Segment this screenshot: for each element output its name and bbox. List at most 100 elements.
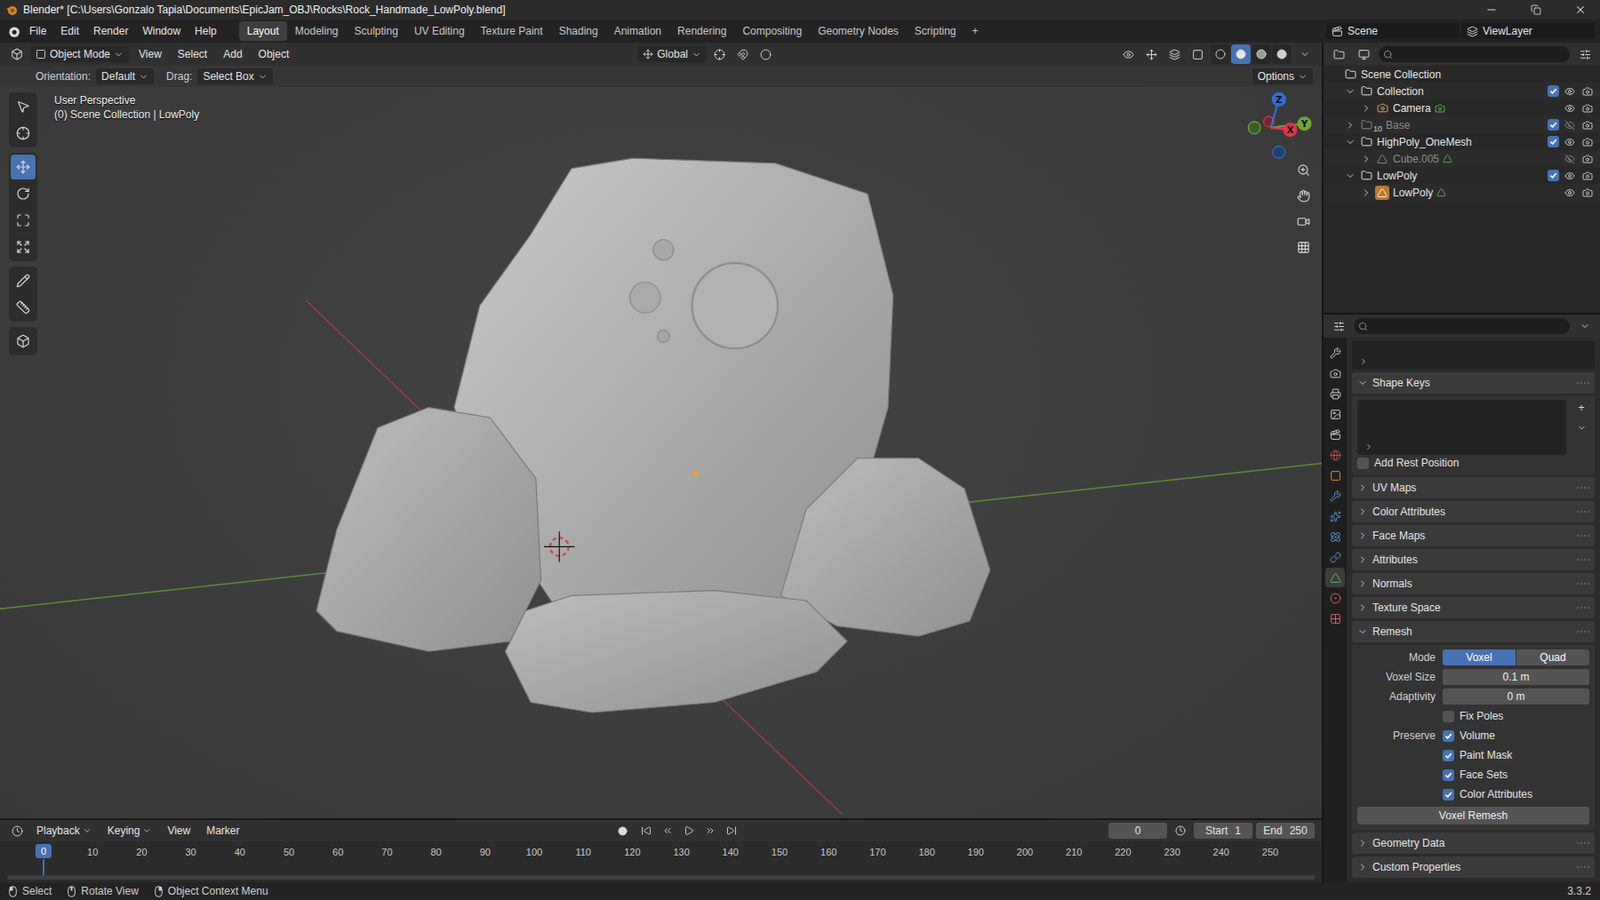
drag-handle[interactable] [1576,511,1590,513]
properties-tab[interactable] [1325,527,1345,547]
drag-handle[interactable] [1576,535,1590,537]
checkbox-row[interactable]: Face Sets [1442,768,1508,782]
drag-dropdown[interactable]: Select Box [197,68,272,85]
preview-range-button[interactable] [1170,821,1191,841]
viewport-menu-item[interactable]: Object [252,45,296,64]
render-toggle[interactable] [1580,185,1595,200]
properties-tab[interactable] [1325,384,1345,404]
viewport-menu-item[interactable]: View [132,45,168,64]
render-toggle[interactable] [1580,101,1595,116]
exclude-checkbox[interactable] [1547,136,1560,148]
properties-tab[interactable] [1325,506,1345,527]
number-field[interactable]: 0 m [1442,688,1590,705]
shape-key-list[interactable] [1357,400,1567,456]
checkbox[interactable] [1442,750,1455,762]
shading-mode-button[interactable] [1231,44,1251,64]
properties-tab[interactable] [1325,568,1345,588]
workspace-tab[interactable]: Shading [551,21,607,41]
exclude-checkbox[interactable] [1547,169,1560,182]
blender-menu-icon[interactable] [5,24,22,39]
outliner-row[interactable]: HighPoly_OneMesh [1323,133,1600,151]
workspace-tab[interactable]: Sculpting [346,21,407,41]
properties-tab[interactable] [1325,363,1345,384]
visibility-toggle[interactable] [1562,185,1577,200]
properties-tab[interactable] [1325,424,1345,445]
proportional-button[interactable] [756,44,776,64]
shape-key-menu-button[interactable] [1573,419,1590,436]
checkbox-row[interactable]: Fix Poles [1442,710,1504,723]
visibility-toggle[interactable] [1562,84,1577,99]
playhead[interactable]: 0 [35,844,52,859]
camera-view-button[interactable] [1291,209,1315,233]
panel-header[interactable]: Custom Properties [1352,856,1595,879]
current-frame-field[interactable]: 0 [1108,823,1168,840]
overlay-button[interactable] [1164,44,1184,64]
scene-selector[interactable]: Scene [1326,23,1460,40]
properties-tab[interactable] [1325,343,1345,363]
panel-header[interactable]: Remesh [1352,621,1595,643]
visibility-button[interactable] [1118,44,1138,64]
timeline-ruler[interactable]: 1020304050607080901001101201301401501601… [0,841,1322,883]
properties-tab[interactable] [1325,608,1345,629]
number-field[interactable]: 0.1 m [1442,669,1590,686]
drag-handle[interactable] [1576,842,1590,845]
jump-end-button[interactable] [721,821,742,841]
gizmo-axis[interactable]: Z [1271,92,1287,128]
outliner-row[interactable]: LowPoly [1323,167,1600,184]
workspace-tab[interactable]: Animation [606,21,670,41]
editor-type-button[interactable] [1328,44,1349,64]
properties-tab[interactable] [1325,588,1345,608]
checkbox-row[interactable]: Volume [1442,729,1496,743]
row-arrow[interactable] [1360,103,1372,114]
render-toggle[interactable] [1580,152,1595,167]
drag-handle[interactable] [1576,382,1590,384]
tool-button[interactable] [10,154,36,180]
editor-type-button[interactable] [7,821,27,841]
start-frame-field[interactable]: Start1 [1193,823,1253,840]
panel-header[interactable]: Texture Space [1352,597,1595,619]
tool-button[interactable] [10,120,36,146]
shading-mode-button[interactable] [1251,44,1272,64]
outliner-search[interactable] [1378,46,1570,63]
workspace-tab[interactable]: Texture Paint [472,21,552,41]
menu-item[interactable]: Edit [54,22,86,40]
drag-handle[interactable] [1576,607,1590,609]
end-frame-field[interactable]: End250 [1256,823,1315,840]
checkbox-row[interactable]: Paint Mask [1442,749,1512,762]
drag-handle[interactable] [1576,583,1590,585]
viewport-canvas[interactable]: ZYXUser Perspective(0) Scene Collection … [0,87,1322,819]
tool-button[interactable] [10,208,36,233]
checkbox-row[interactable]: Add Rest Position [1357,456,1590,470]
panel-header[interactable]: UV Maps [1352,477,1595,499]
ortho-toggle-button[interactable] [1291,235,1315,259]
view-layer-selector[interactable]: ViewLayer [1461,23,1595,40]
jump-start-button[interactable] [636,821,656,841]
jump-key-back-button[interactable] [657,821,678,841]
workspace-tab[interactable]: Scripting [906,21,965,41]
panel-header[interactable]: Color Attributes [1352,501,1595,523]
outliner-row[interactable]: Cube.005 [1323,150,1600,168]
viewport-menu-item[interactable]: Add [216,45,248,64]
workspace-tab[interactable]: Modeling [287,21,347,41]
workspace-tab[interactable]: Rendering [669,21,735,41]
outliner-row[interactable]: LowPoly [1323,184,1600,201]
exclude-checkbox[interactable] [1547,119,1560,131]
close-button[interactable] [1560,0,1600,20]
editor-type-button[interactable] [1328,316,1349,336]
outliner-row[interactable]: Collection [1323,82,1600,100]
add-workspace-button[interactable]: + [964,21,987,41]
render-toggle[interactable] [1580,168,1595,184]
gizmo-button[interactable] [1141,44,1161,64]
mode-option[interactable]: Quad [1516,649,1590,666]
workspace-tab[interactable]: Geometry Nodes [809,21,907,41]
xray-button[interactable] [1187,44,1208,64]
checkbox[interactable] [1442,769,1455,782]
outliner-row[interactable]: Scene Collection [1323,65,1600,83]
shading-options-button[interactable] [1295,44,1315,64]
navigation-gizmo[interactable]: ZYX [1248,92,1312,159]
timeline-menu-item[interactable]: Keying [101,822,159,840]
drag-handle[interactable] [1576,866,1590,869]
options-button[interactable] [1575,316,1595,336]
tool-button[interactable] [10,268,36,294]
visibility-toggle[interactable] [1562,135,1577,150]
